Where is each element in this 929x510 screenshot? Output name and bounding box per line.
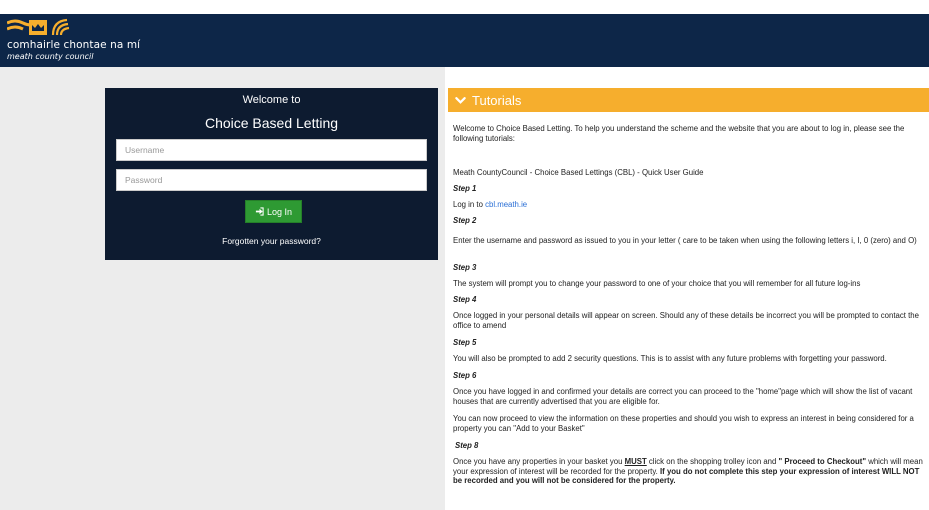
council-name-english: meath county council: [7, 52, 94, 61]
step-5-text: You will also be prompted to add 2 secur…: [453, 354, 887, 363]
step-8-text: Once you have any properties in your bas…: [453, 457, 927, 486]
step-2-text: Enter the username and password as issue…: [453, 236, 917, 245]
quick-user-guide-title: Meath CountyCouncil - Choice Based Letti…: [453, 168, 704, 177]
step-3-heading: Step 3: [453, 263, 477, 272]
tutorials-title: Tutorials: [472, 92, 522, 108]
step-3-text: The system will prompt you to change you…: [453, 279, 861, 288]
top-strip: [0, 0, 929, 14]
username-input[interactable]: [116, 139, 427, 161]
cbl-link[interactable]: cbl.meath.ie: [485, 200, 527, 209]
login-title: Choice Based Letting: [204, 115, 339, 131]
council-name-irish: comhairle chontae na mí: [7, 39, 141, 51]
step-8-part-a: Once you have any properties in your bas…: [453, 457, 625, 466]
step-5-heading: Step 5: [453, 338, 477, 347]
council-logo-icon[interactable]: [7, 17, 71, 39]
step-8-heading: Step 8: [455, 441, 479, 450]
step-6-text: Once you have logged in and confirmed yo…: [453, 387, 913, 406]
step-8-must: MUST: [624, 457, 647, 466]
login-welcome-text: Welcome to: [242, 94, 301, 106]
chevron-down-icon: [455, 96, 466, 104]
step-1-heading: Step 1: [453, 184, 477, 193]
login-button-label: Log In: [266, 206, 293, 217]
step-6-text-2: You can now proceed to view the informat…: [453, 414, 914, 433]
step-8-checkout: " Proceed to Checkout": [778, 457, 867, 466]
step-2-heading: Step 2: [453, 216, 477, 225]
login-button[interactable]: Log In: [245, 200, 302, 223]
forgot-password-link[interactable]: Forgotten your password?: [105, 236, 438, 246]
step-4-text: Once logged in your personal details wil…: [453, 311, 919, 330]
step-8-part-b: click on the shopping trolley icon and: [646, 457, 779, 466]
password-input[interactable]: [116, 169, 427, 191]
step-1-text: Log in to cbl.meath.ie: [453, 200, 927, 210]
sign-in-icon: [255, 207, 264, 216]
step-1-prefix: Log in to: [453, 200, 486, 209]
tutorial-intro: Welcome to Choice Based Letting. To help…: [453, 124, 905, 143]
site-header: comhairle chontae na mí meath county cou…: [0, 14, 929, 67]
tutorials-header[interactable]: Tutorials: [448, 88, 929, 112]
step-4-heading: Step 4: [453, 295, 477, 304]
step-6-heading: Step 6: [453, 371, 477, 380]
login-panel: Welcome to Choice Based Letting Log In F…: [105, 88, 438, 260]
